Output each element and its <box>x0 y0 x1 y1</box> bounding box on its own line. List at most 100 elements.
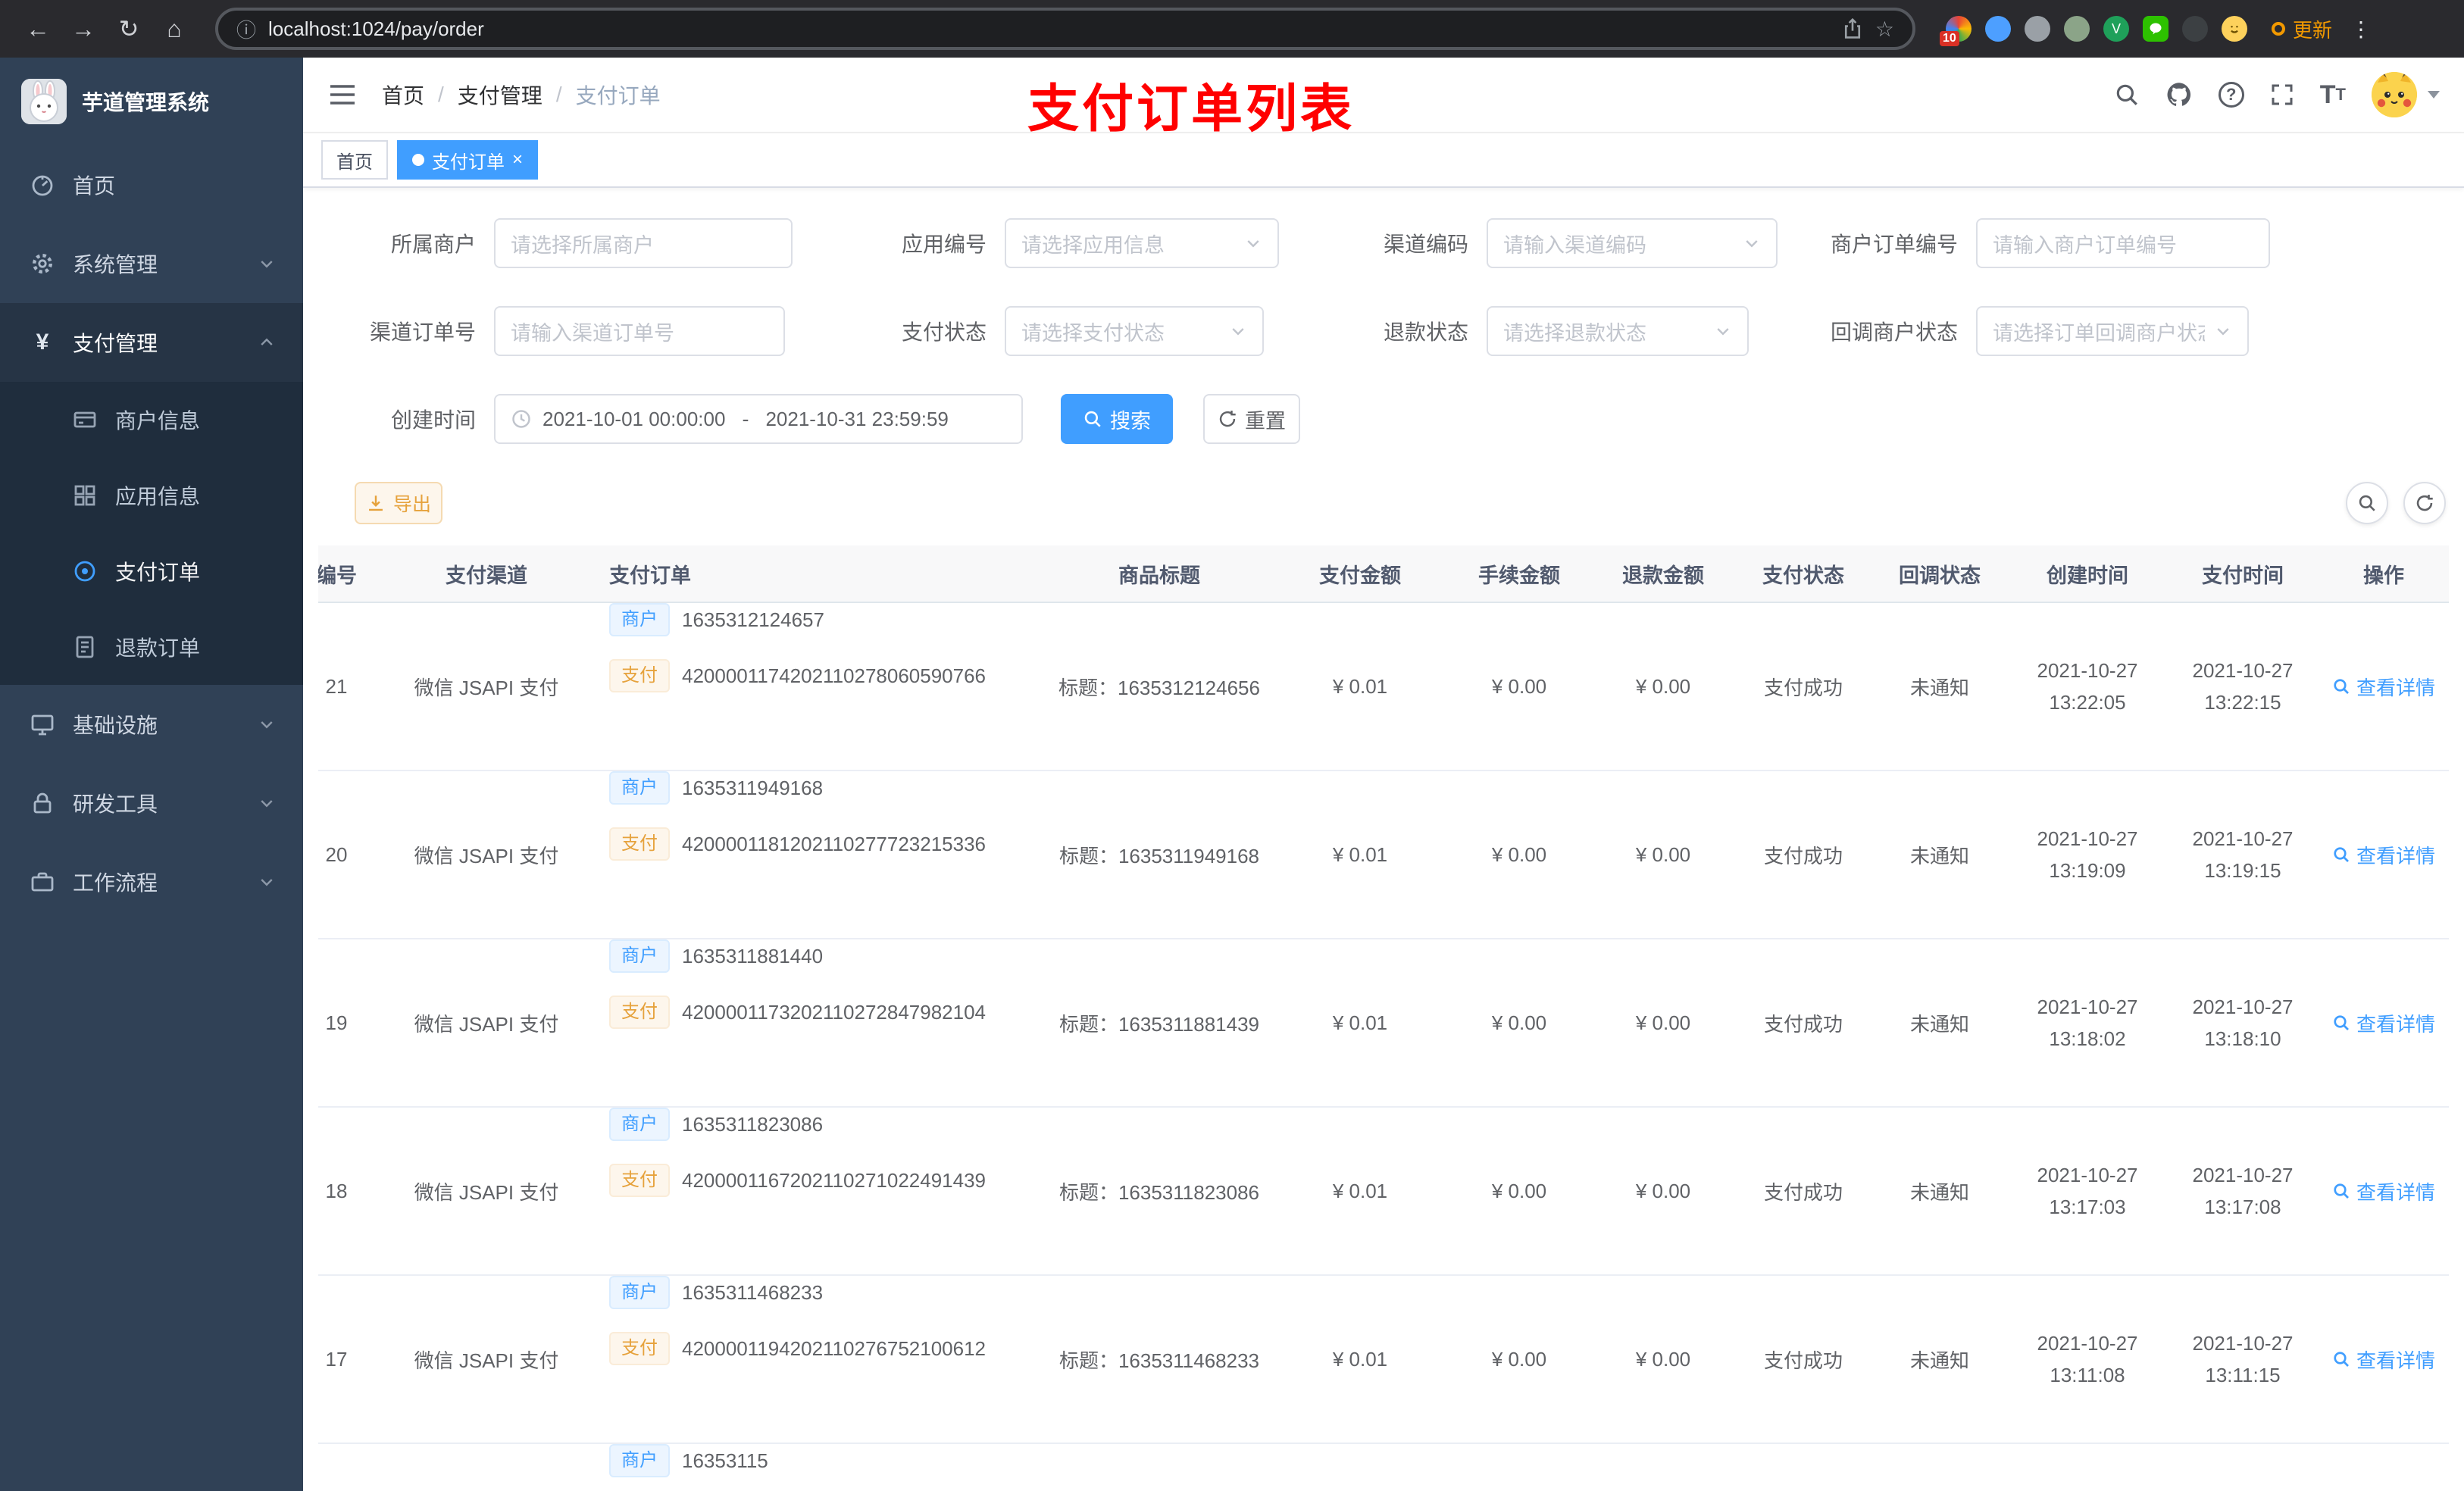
view-detail-link[interactable]: 查看详情 <box>2332 673 2435 701</box>
search-icon[interactable] <box>2114 82 2140 108</box>
channel-order-no-input[interactable]: 请输入渠道订单号 <box>494 306 785 356</box>
sidebar-item-label: 应用信息 <box>115 485 201 508</box>
browser-menu-icon[interactable]: ⋮ <box>2350 17 2372 42</box>
app-logo[interactable]: 芋道管理系统 <box>0 58 303 145</box>
sidebar-item-label: 首页 <box>73 174 116 198</box>
merchant-tag: 商户 <box>609 1108 670 1141</box>
font-size-icon[interactable]: TT <box>2320 82 2346 108</box>
reload-button[interactable]: ↻ <box>109 9 149 48</box>
extension-colorful-icon[interactable]: 10 <box>1940 16 1972 46</box>
browser-toolbar: ← → ↻ ⌂ ⓘ localhost:1024/pay/order ☆ 10 … <box>0 0 2464 58</box>
logo-avatar <box>21 79 67 124</box>
filter-channel-order-no: 渠道订单号 请输入渠道订单号 <box>303 306 785 356</box>
sidebar-item-payment[interactable]: ¥ 支付管理 <box>0 303 303 382</box>
merchant-order-no-input[interactable]: 请输入商户订单编号 <box>1976 218 2270 268</box>
sidebar-item-pay-order[interactable]: 支付订单 <box>0 533 303 609</box>
extensions-area: 10 V <box>1940 16 2247 46</box>
reset-button[interactable]: 重置 <box>1203 394 1300 444</box>
col-title: 商品标题 <box>1118 564 1200 587</box>
cell-notify: 未通知 <box>1909 844 1969 867</box>
chevron-down-icon <box>1235 234 1262 252</box>
merchant-order-no: 1635311468233 <box>682 1280 824 1304</box>
sidebar-item-infrastructure[interactable]: 基础设施 <box>0 685 303 764</box>
export-button[interactable]: 导出 <box>355 482 442 524</box>
sidebar-item-app-info[interactable]: 应用信息 <box>0 458 303 533</box>
browser-update-button[interactable]: 更新 <box>2272 15 2332 43</box>
extension-smiley-icon[interactable] <box>2222 16 2247 42</box>
refresh-button[interactable] <box>2403 482 2446 524</box>
cell-actions: 查看详情 <box>2319 1108 2449 1274</box>
hamburger-icon[interactable] <box>327 80 358 110</box>
github-icon[interactable] <box>2165 81 2193 108</box>
main-content: 首页 / 支付管理 / 支付订单 支付订单列表 ? T T 首页 支付订单 × … <box>303 58 2464 1491</box>
sidebar-item-label: 商户信息 <box>115 409 201 433</box>
extension-chat-icon[interactable] <box>2143 16 2169 42</box>
user-menu[interactable] <box>2372 72 2440 117</box>
sidebar-item-system[interactable]: 系统管理 <box>0 224 303 303</box>
close-icon[interactable]: × <box>512 151 523 169</box>
site-info-icon[interactable]: ⓘ <box>236 15 256 43</box>
forward-button[interactable]: → <box>64 9 103 48</box>
cell-status: 支付成功 <box>1763 676 1843 699</box>
cell-fee: ¥ 0.00 <box>1491 1011 1547 1034</box>
sidebar-item-refund-order[interactable]: 退款订单 <box>0 609 303 685</box>
extension-gray-icon[interactable] <box>2025 16 2050 42</box>
view-detail-link[interactable]: 查看详情 <box>2332 841 2435 869</box>
credit-card-icon <box>73 408 97 432</box>
extension-green-v-icon[interactable]: V <box>2103 16 2129 42</box>
tags-view-bar: 首页 支付订单 × <box>303 133 2464 188</box>
date-range-input[interactable]: 2021-10-01 00:00:00 - 2021-10-31 23:59:5… <box>494 394 1023 444</box>
notify-status-select[interactable]: 请选择订单回调商户状态 <box>1976 306 2249 356</box>
view-detail-link[interactable]: 查看详情 <box>2332 1009 2435 1037</box>
fullscreen-icon[interactable] <box>2270 83 2294 107</box>
app-id-select[interactable]: 请选择应用信息 <box>1005 218 1279 268</box>
cell-title: 标题：1635311949168 <box>1058 844 1260 867</box>
filter-merchant-order-no: 商户订单编号 请输入商户订单编号 <box>1749 218 2270 268</box>
sidebar-item-home[interactable]: 首页 <box>0 145 303 224</box>
bookmark-star-icon[interactable]: ☆ <box>1875 17 1894 42</box>
page-annotation-title: 支付订单列表 <box>1027 80 1356 138</box>
extension-drop-icon[interactable] <box>1985 16 2011 42</box>
search-button[interactable]: 搜索 <box>1061 394 1173 444</box>
cell-title: 标题：1635312124656 <box>1058 676 1260 699</box>
gear-icon <box>30 252 55 276</box>
extension-dark-icon[interactable] <box>2182 16 2208 42</box>
active-dot-icon <box>412 154 424 166</box>
tab-pay-order[interactable]: 支付订单 × <box>397 140 539 180</box>
view-detail-link[interactable]: 查看详情 <box>2332 1177 2435 1205</box>
sidebar-item-dev-tools[interactable]: 研发工具 <box>0 764 303 842</box>
sidebar-item-label: 工作流程 <box>73 871 158 895</box>
cell-actions: 查看详情 <box>2319 1276 2449 1443</box>
cell-notify: 未通知 <box>1909 1349 1969 1372</box>
sidebar-item-label: 系统管理 <box>73 253 158 277</box>
tab-home[interactable]: 首页 <box>321 140 388 180</box>
cell-refund: ¥ 0.00 <box>1635 1179 1691 1202</box>
back-button[interactable]: ← <box>18 9 58 48</box>
cell-create-time: 2021-10-27 13:11:08 <box>2037 1332 2138 1386</box>
home-button[interactable]: ⌂ <box>155 9 194 48</box>
merchant-order-no: 1635311823086 <box>682 1112 824 1136</box>
chevron-down-icon <box>258 255 276 273</box>
breadcrumb-home[interactable]: 首页 <box>382 80 424 110</box>
address-bar[interactable]: ⓘ localhost:1024/pay/order ☆ <box>215 8 1915 50</box>
help-icon[interactable]: ? <box>2218 82 2244 108</box>
extension-sage-icon[interactable] <box>2064 16 2090 42</box>
share-icon[interactable] <box>1842 18 1863 39</box>
chevron-down-icon <box>258 715 276 733</box>
col-pay-time: 支付时间 <box>2202 564 2284 587</box>
merchant-tag: 商户 <box>609 603 670 636</box>
table-row: 17 微信 JSAPI 支付 商户 1635311468233 支付 42000… <box>318 1276 2449 1444</box>
breadcrumb-pay-manage[interactable]: 支付管理 <box>458 80 543 110</box>
merchant-input[interactable]: 请选择所属商户 <box>494 218 793 268</box>
toggle-search-button[interactable] <box>2346 482 2388 524</box>
pay-status-select[interactable]: 请选择支付状态 <box>1005 306 1264 356</box>
view-detail-link[interactable]: 查看详情 <box>2332 1346 2435 1374</box>
sidebar-item-workflow[interactable]: 工作流程 <box>0 842 303 921</box>
refund-status-select[interactable]: 请选择退款状态 <box>1487 306 1749 356</box>
bullseye-icon <box>73 559 97 583</box>
channel-code-select[interactable]: 请输入渠道编码 <box>1487 218 1778 268</box>
sidebar-item-merchant-info[interactable]: 商户信息 <box>0 382 303 458</box>
cell-amount: ¥ 0.01 <box>1332 842 1388 866</box>
merchant-tag: 商户 <box>609 1276 670 1309</box>
cell-create-time: 2021-10-27 13:19:09 <box>2037 827 2138 882</box>
